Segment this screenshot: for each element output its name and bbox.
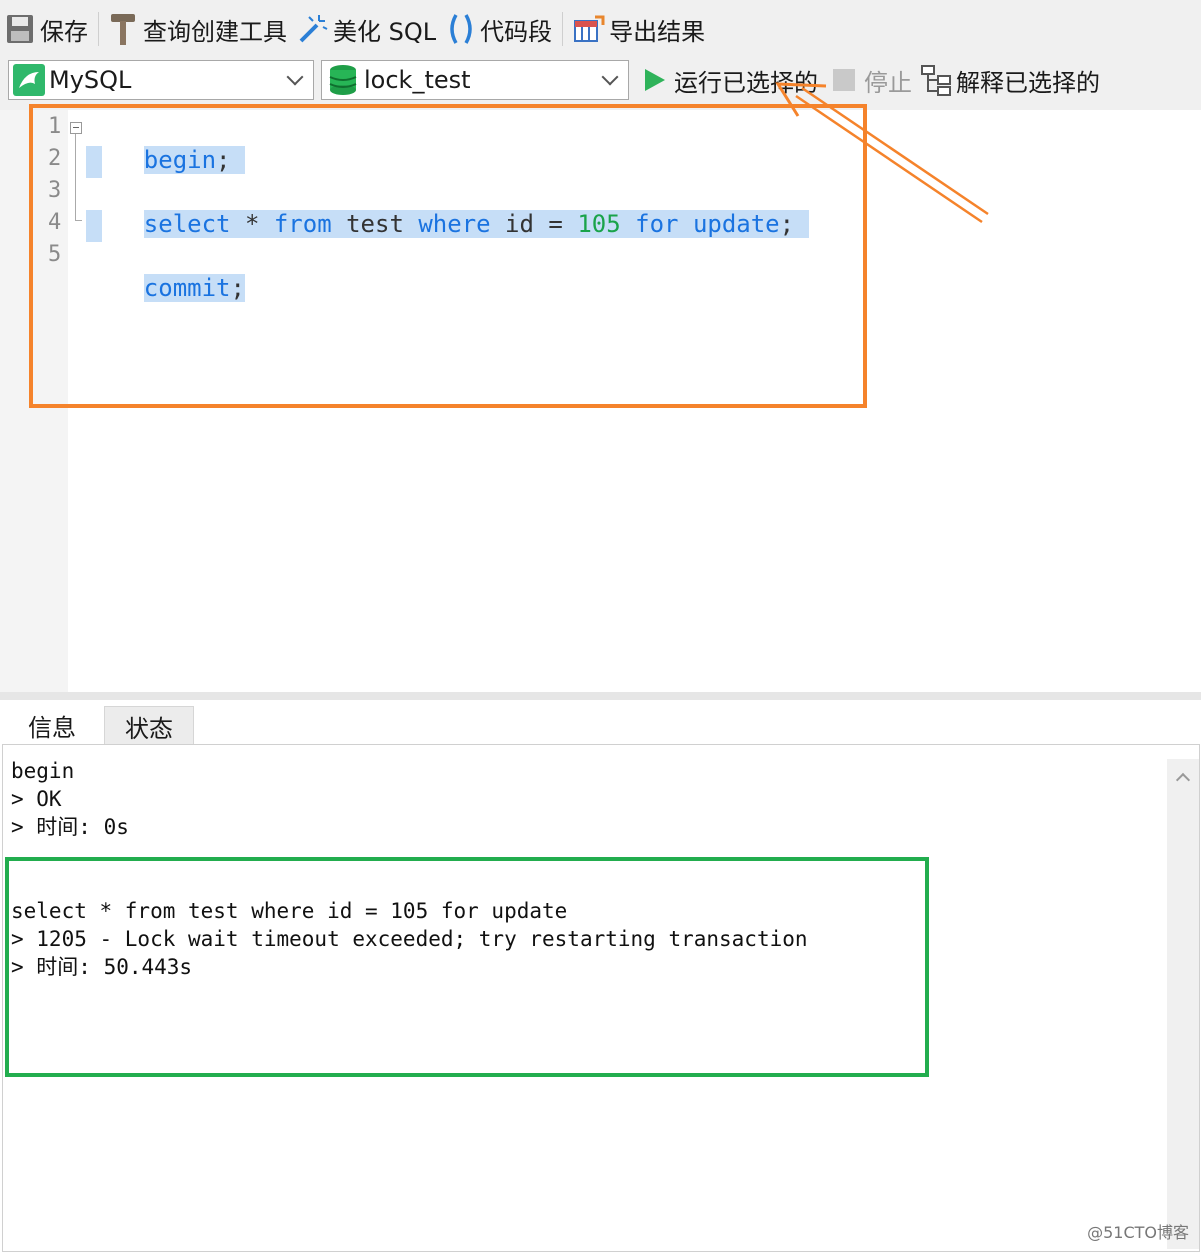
magic-wand-icon	[297, 13, 329, 45]
toolbar-separator	[98, 12, 99, 46]
beautify-sql-button[interactable]: 美化 SQL	[297, 0, 436, 58]
save-label: 保存	[40, 17, 88, 46]
stop-button[interactable]: 停止	[832, 58, 912, 102]
output-line: begin	[11, 759, 75, 783]
parentheses-icon	[446, 12, 476, 46]
connection-type-select[interactable]: MySQL	[8, 60, 314, 100]
database-value: lock_test	[364, 66, 471, 94]
tab-status-label: 状态	[125, 714, 173, 743]
query-builder-label: 查询创建工具	[143, 17, 287, 46]
orange-annotation-box	[29, 104, 867, 408]
beautify-sql-label: 美化 SQL	[333, 17, 437, 46]
green-annotation-box	[5, 857, 929, 1077]
sql-editor[interactable]: 1 2 3 4 5 begin; select * from test wher…	[0, 104, 1201, 692]
floppy-disk-icon	[6, 14, 34, 44]
explain-selected-label: 解释已选择的	[956, 68, 1100, 97]
output-line: > 时间: 0s	[11, 815, 129, 839]
export-table-icon	[573, 13, 605, 45]
main-toolbar: 保存 查询创建工具 美化 SQL 代码段 导出结果	[0, 0, 1201, 58]
chevron-down-icon	[286, 68, 304, 86]
chevron-down-icon	[601, 68, 619, 86]
connection-toolbar: MySQL lock_test 运行已选择的 停止 解释已选择的	[0, 58, 1201, 110]
chevron-up-icon[interactable]	[1175, 772, 1191, 788]
hammer-icon	[109, 12, 137, 46]
output-line: > OK	[11, 787, 62, 811]
code-snippet-button[interactable]: 代码段	[446, 0, 552, 58]
message-output[interactable]: begin > OK > 时间: 0s select * from test w…	[2, 744, 1200, 1252]
run-selected-button[interactable]: 运行已选择的	[642, 58, 818, 102]
tab-info[interactable]: 信息	[2, 702, 102, 746]
explain-tree-icon	[920, 64, 954, 96]
explain-selected-button[interactable]: 解释已选择的	[920, 58, 1100, 102]
mysql-dolphin-icon	[13, 64, 45, 96]
watermark: @51CTO博客	[1087, 1223, 1189, 1242]
export-results-label: 导出结果	[609, 17, 706, 46]
export-results-button[interactable]: 导出结果	[573, 0, 705, 58]
tab-status[interactable]: 状态	[104, 706, 194, 746]
vertical-scrollbar[interactable]	[1167, 759, 1199, 1249]
stop-label: 停止	[864, 68, 912, 97]
code-snippet-label: 代码段	[480, 17, 553, 46]
connection-type-value: MySQL	[49, 66, 132, 94]
stop-icon	[832, 68, 856, 92]
run-selected-label: 运行已选择的	[674, 68, 818, 97]
tab-info-label: 信息	[28, 713, 76, 742]
save-button[interactable]: 保存	[6, 0, 88, 58]
database-select[interactable]: lock_test	[321, 60, 629, 100]
query-builder-button[interactable]: 查询创建工具	[109, 0, 287, 58]
database-icon	[328, 64, 358, 96]
result-tabs: 信息 状态	[0, 700, 1201, 746]
panel-divider[interactable]	[0, 692, 1201, 700]
play-icon	[642, 67, 668, 93]
toolbar-separator	[562, 12, 564, 46]
